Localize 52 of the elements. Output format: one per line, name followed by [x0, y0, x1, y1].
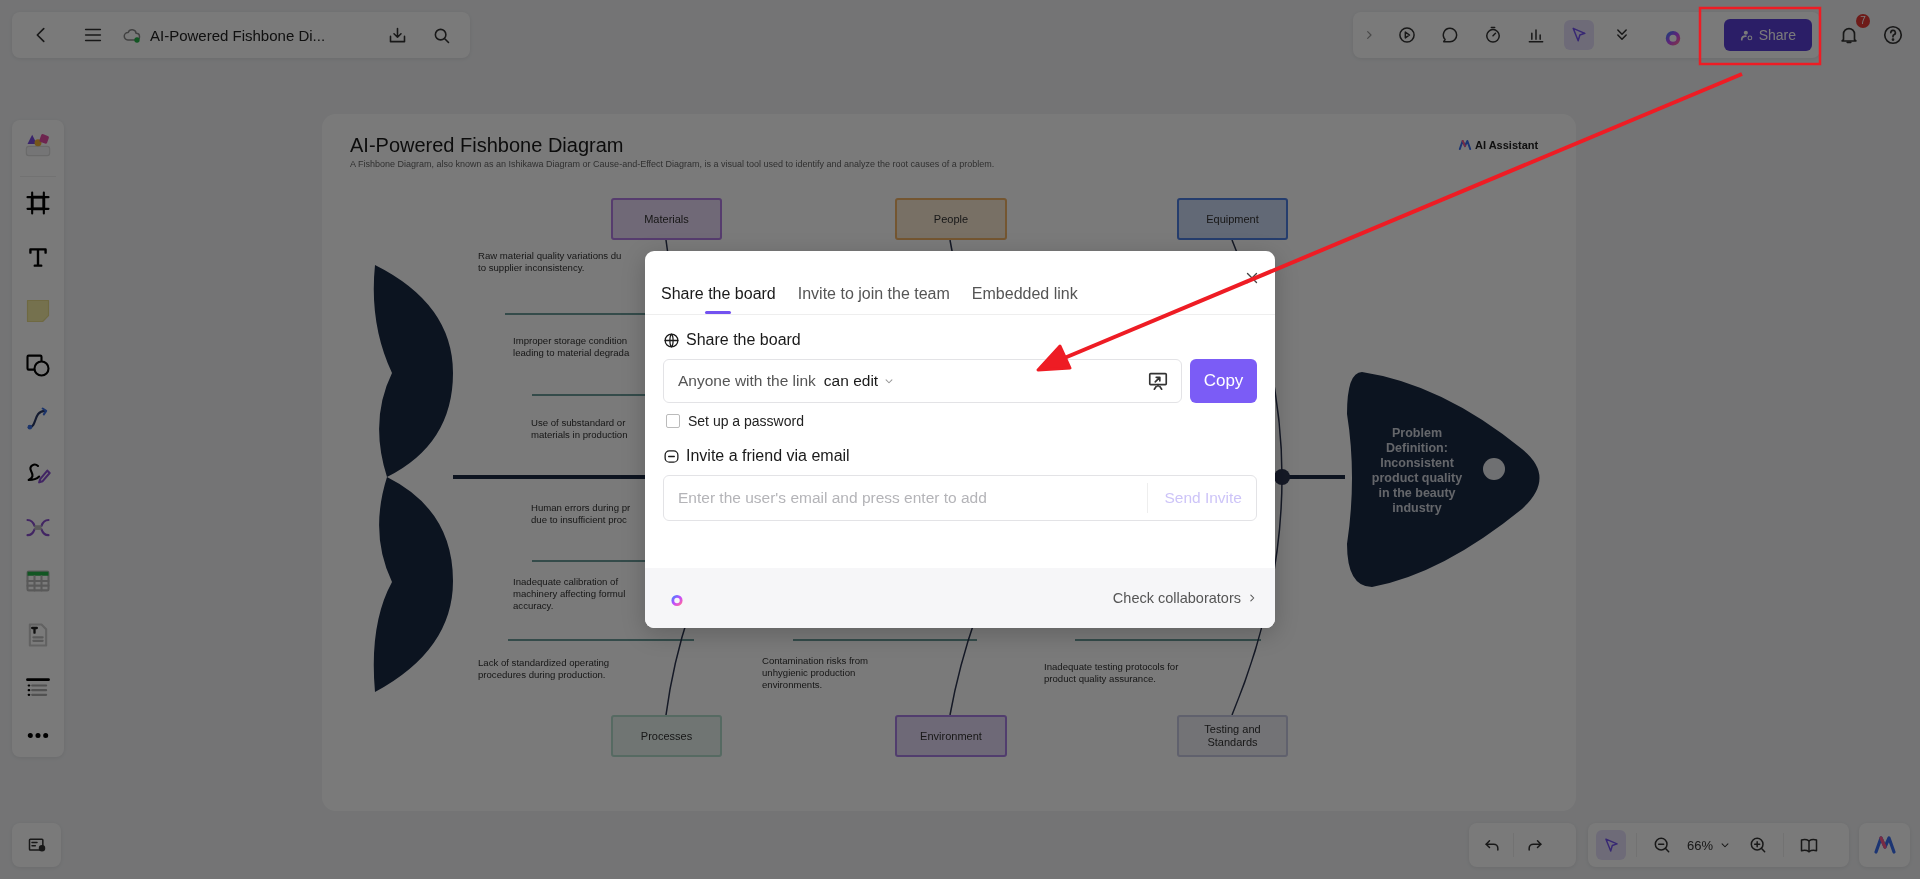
cause-text: Contamination risks from unhygienic production environments. [762, 655, 869, 691]
board-description: A Fishbone Diagram, also known as an Ishikawa Diagram or Cause-and-Effect Diagram, is a visual tool used to identify and analyze the root causes of a problem. [350, 159, 995, 169]
cause-text: Human errors during pr due to insufficient proc [531, 502, 631, 526]
problem-text: Problem Definition: Inconsistent product quality in the beauty industry [1370, 426, 1464, 516]
more-icon [27, 731, 49, 739]
cause-text: Inadequate testing protocols for product quality assurance. [1044, 661, 1179, 685]
mail-icon [663, 447, 680, 465]
category-node: Testing and Standards [1177, 715, 1288, 757]
notification-badge: 7 [1856, 14, 1870, 28]
timer-icon [1483, 25, 1503, 45]
cursor-icon [1569, 25, 1589, 45]
board-title: AI-Powered Fishbone Diagram [350, 134, 624, 157]
category-node: Processes [611, 715, 722, 757]
dialog-tab[interactable]: Share the board [661, 251, 776, 314]
section-heading: Invite a friend via email [686, 447, 850, 465]
map-list-icon [26, 835, 47, 855]
ai-assistant-link[interactable]: AI Assistant [1475, 139, 1539, 151]
cause-text: Use of substandard or materials in production [531, 417, 628, 441]
zoom-level[interactable]: 66% [1687, 837, 1714, 853]
dialog-tab[interactable]: Invite to join the team [797, 251, 950, 314]
section-heading: Share the board [686, 331, 801, 349]
cause-text: Raw material quality variations du to supplier inconsistency. [478, 250, 622, 274]
zoom-out-icon [1652, 835, 1672, 855]
permission-dropdown[interactable]: can edit [823, 372, 897, 390]
document-title[interactable]: AI-Powered Fishbone Di... [150, 26, 326, 44]
ai-logo-icon [1872, 833, 1897, 857]
comment-icon [1440, 25, 1460, 45]
category-node: Equipment [1177, 198, 1288, 240]
presentation-icon [1147, 370, 1169, 392]
select-tool-button[interactable] [1596, 830, 1626, 860]
category-node: Materials [611, 198, 722, 240]
category-node: People [895, 198, 1007, 240]
ai-logo-icon [1458, 138, 1472, 152]
password-checkbox[interactable] [666, 414, 680, 428]
cause-text: Improper storage condition leading to material degrada [513, 335, 630, 359]
globe-icon [663, 331, 680, 349]
toolbar-button[interactable] [1564, 20, 1594, 50]
link-access-text: Anyone with the link [678, 372, 816, 390]
present-button[interactable] [1147, 370, 1169, 392]
dialog-tab[interactable]: Embedded link [971, 251, 1078, 314]
cause-text: Lack of standardized operating procedures during production. [478, 657, 610, 681]
share-link-field[interactable]: Anyone with the link can edit [663, 359, 1182, 403]
category-node: Environment [895, 715, 1007, 757]
sticky-note-icon [24, 297, 52, 325]
password-label[interactable]: Set up a password [688, 413, 804, 429]
person-icon [1739, 28, 1754, 42]
cause-text: Inadequate calibration of machinery affecting formul accuracy. [513, 576, 626, 612]
frame-icon [24, 189, 52, 217]
copy-button[interactable]: Copy [1190, 359, 1257, 403]
help-icon [1882, 24, 1904, 46]
check-collaborators-link[interactable]: Check collaborators [1112, 590, 1259, 606]
play-icon [1397, 25, 1417, 45]
